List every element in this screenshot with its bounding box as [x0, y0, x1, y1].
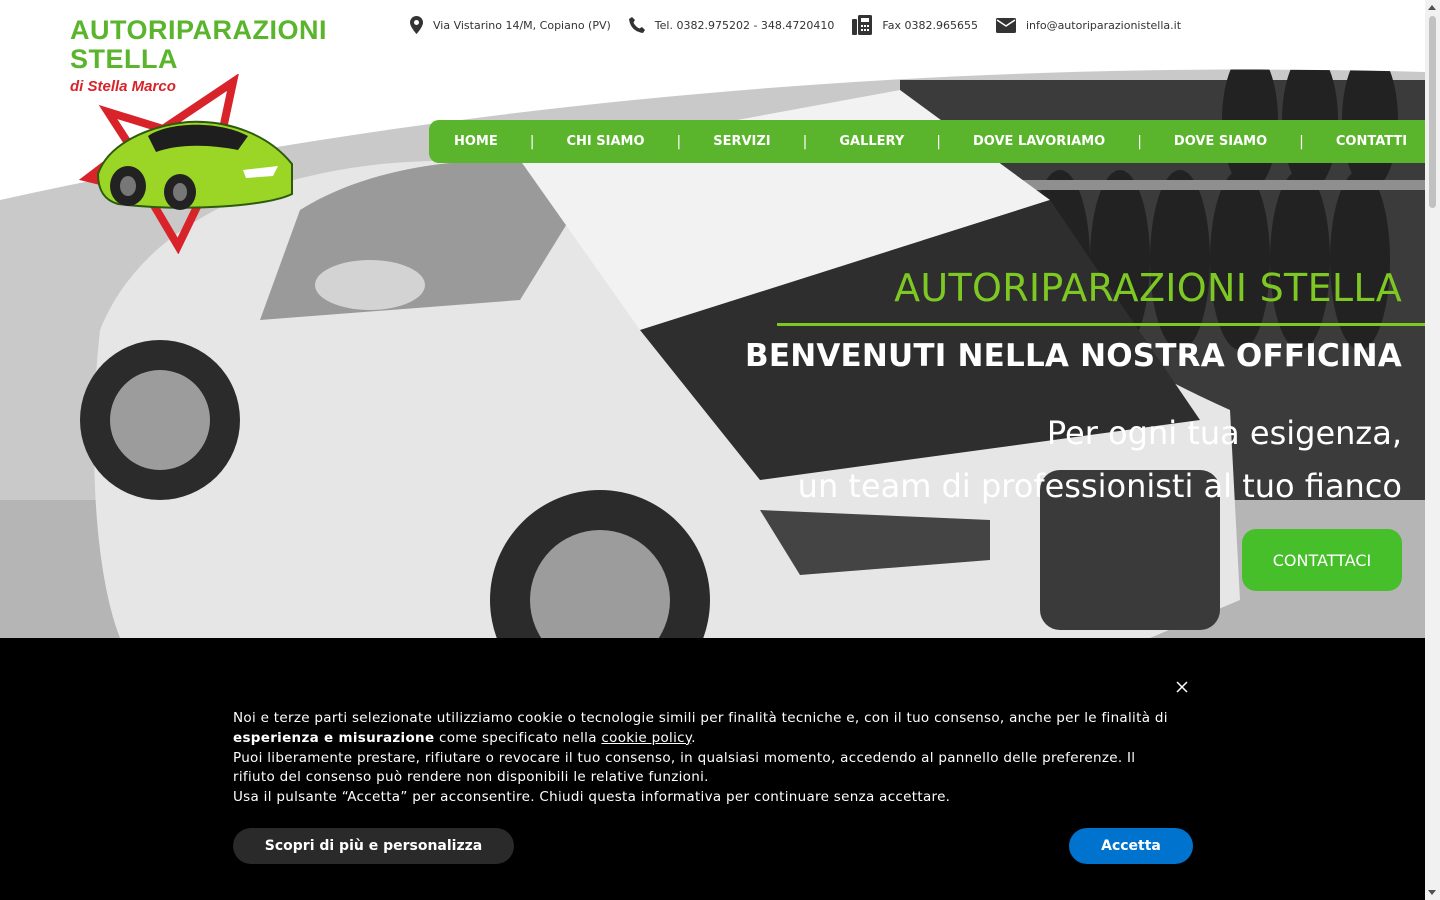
- page-scrollbar[interactable]: [1425, 0, 1440, 900]
- contact-bar: Via Vistarino 14/M, Copiano (PV) Tel. 03…: [410, 14, 1199, 36]
- nav-servizi[interactable]: SERVIZI: [713, 134, 770, 149]
- accept-button[interactable]: Accetta: [1069, 828, 1193, 864]
- envelope-icon: [995, 17, 1016, 33]
- cookie-text-part2: come specificato nella: [434, 729, 602, 746]
- nav-gallery[interactable]: GALLERY: [839, 134, 904, 149]
- hero-divider: [777, 323, 1425, 326]
- site-logo[interactable]: AUTORIPARAZIONI STELLA di Stella Marco: [68, 14, 328, 254]
- nav-separator: |: [936, 133, 941, 150]
- address-text: Via Vistarino 14/M, Copiano (PV): [433, 18, 611, 32]
- cookie-notice-text: Noi e terze parti selezionate utilizziam…: [233, 709, 1173, 808]
- nav-separator: |: [1137, 133, 1142, 150]
- nav-separator: |: [1299, 133, 1304, 150]
- logo-text-line1: AUTORIPARAZIONI: [70, 15, 327, 45]
- phone-text: Tel. 0382.975202 - 348.4720410: [654, 18, 835, 32]
- cookie-text-part1: Noi e terze parti selezionate utilizziam…: [233, 710, 1168, 726]
- hero-title: AUTORIPARAZIONI STELLA: [894, 266, 1402, 310]
- scroll-down-arrow-icon[interactable]: [1428, 890, 1436, 895]
- cookie-text-line3: Usa il pulsante “Accetta” per acconsenti…: [233, 789, 951, 806]
- nav-separator: |: [802, 133, 808, 150]
- logo-text-line2: STELLA: [70, 44, 178, 74]
- cookie-text-bold: esperienza e misurazione: [233, 729, 435, 746]
- scrollbar-thumb[interactable]: [1429, 16, 1436, 208]
- nav-separator: |: [676, 133, 682, 150]
- fax-item: Fax 0382.965655: [852, 15, 978, 35]
- nav-dove-siamo[interactable]: DOVE SIAMO: [1174, 134, 1267, 149]
- learn-more-customize-button[interactable]: Scopri di più e personalizza: [233, 828, 514, 864]
- cookie-text-line2: Puoi liberamente prestare, rifiutare o r…: [233, 749, 1136, 786]
- close-icon[interactable]: [1175, 680, 1189, 694]
- cookie-policy-link[interactable]: cookie policy: [601, 730, 691, 746]
- nav-separator: |: [529, 133, 535, 150]
- email-link[interactable]: info@autoriparazionistella.it: [1026, 19, 1181, 32]
- fax-text: Fax 0382.965655: [882, 18, 978, 32]
- phone-item[interactable]: Tel. 0382.975202 - 348.4720410: [628, 17, 835, 33]
- nav-contatti[interactable]: CONTATTI: [1336, 134, 1407, 149]
- fax-icon: [852, 15, 873, 35]
- scroll-up-arrow-icon[interactable]: [1428, 5, 1436, 10]
- phone-icon: [628, 17, 645, 33]
- main-nav: HOME | CHI SIAMO | SERVIZI | GALLERY | D…: [429, 120, 1425, 163]
- hero-tagline-1: Per ogni tua esigenza,: [1046, 414, 1402, 452]
- nav-dove-lavoriamo[interactable]: DOVE LAVORIAMO: [973, 134, 1105, 149]
- hero-subtitle: BENVENUTI NELLA NOSTRA OFFICINA: [744, 338, 1402, 374]
- cookie-text-part3: .: [691, 729, 696, 746]
- hero-tagline-2: un team di professionisti al tuo fianco: [797, 467, 1402, 505]
- star-car-logo-icon: [78, 74, 293, 254]
- email-item[interactable]: info@autoriparazionistella.it: [995, 17, 1181, 33]
- nav-chi-siamo[interactable]: CHI SIAMO: [566, 134, 644, 149]
- contact-cta-button[interactable]: CONTATTACI: [1242, 529, 1402, 591]
- map-pin-icon: [410, 16, 423, 34]
- address-item: Via Vistarino 14/M, Copiano (PV): [410, 16, 611, 34]
- nav-home[interactable]: HOME: [454, 134, 498, 149]
